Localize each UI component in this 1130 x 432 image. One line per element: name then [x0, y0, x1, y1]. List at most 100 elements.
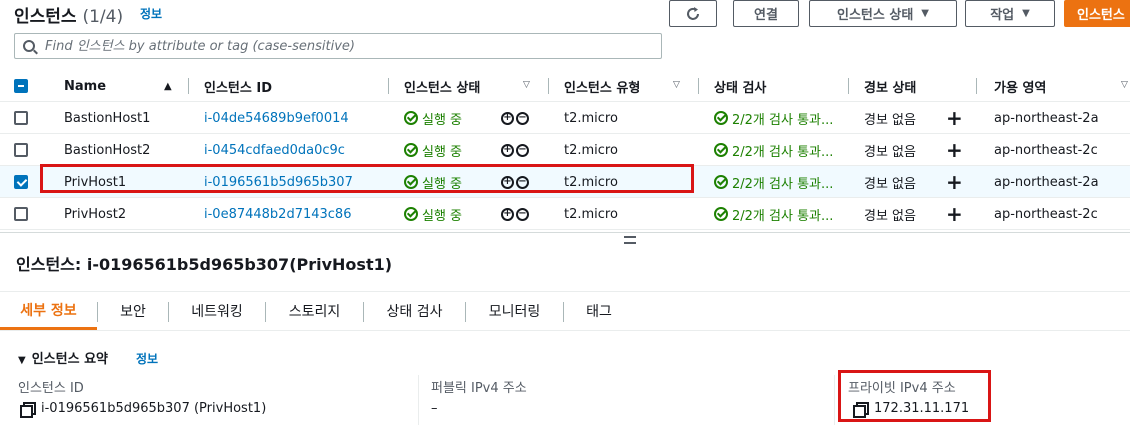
column-divider[interactable] [188, 78, 189, 94]
status-check: 2/2개 검사 통과... [714, 198, 833, 230]
detail-title: 인스턴스: i-0196561b5d965b307(PrivHost1) [16, 255, 393, 274]
actions-button[interactable]: 작업 ▼ [965, 0, 1055, 27]
section-header-instance-summary[interactable]: ▼ 인스턴스 요약 [18, 348, 108, 367]
status-check: 2/2개 검사 통과... [714, 134, 833, 166]
copy-icon[interactable] [20, 402, 36, 418]
table-row[interactable]: BastionHost2 i-0454cdfaed0da0c9c 실행 중 + −… [0, 134, 1130, 166]
tab-monitoring[interactable]: 모니터링 [466, 292, 563, 330]
column-header-instance-type[interactable]: 인스턴스 유형 [564, 70, 640, 102]
section-title-text: 인스턴스 요약 [31, 352, 108, 367]
search-icon [23, 40, 35, 52]
status-check-text: 2/2개 검사 통과... [732, 112, 834, 128]
highlight-annotation [838, 370, 991, 422]
column-header-alarm-status[interactable]: 경보 상태 [864, 70, 916, 102]
launch-instance-button[interactable]: 인스턴스 [1064, 0, 1130, 27]
row-checkbox[interactable] [14, 175, 28, 189]
instance-id-text: i-0196561b5d965b307 (PrivHost1) [41, 401, 267, 416]
section-info-link[interactable]: 정보 [136, 350, 158, 367]
zoom-controls: + − [501, 102, 529, 134]
check-circle-icon [404, 143, 418, 157]
table-row-selected[interactable]: PrivHost1 i-0196561b5d965b307 실행 중 + − t2… [0, 164, 1130, 198]
filter-down-icon[interactable]: ▽ [1121, 80, 1128, 90]
table-row[interactable]: BastionHost1 i-04de54689b9ef0014 실행 중 + −… [0, 102, 1130, 134]
row-checkbox[interactable] [14, 143, 28, 157]
column-divider[interactable] [548, 78, 549, 94]
instance-state-text: 실행 중 [422, 112, 463, 128]
search-field[interactable] [14, 33, 662, 59]
check-circle-icon [714, 143, 728, 157]
instance-state: 실행 중 [404, 102, 462, 134]
instance-type: t2.micro [564, 110, 618, 126]
check-circle-icon [404, 111, 418, 125]
instance-type: t2.micro [564, 142, 618, 158]
filter-down-icon[interactable]: ▽ [523, 80, 530, 90]
column-divider [418, 375, 419, 425]
instance-state-label: 인스턴스 상태 [837, 8, 914, 23]
instance-state: 실행 중 [404, 134, 462, 166]
zoom-out-icon[interactable]: − [516, 111, 529, 125]
column-divider[interactable] [848, 78, 849, 94]
column-divider[interactable] [698, 78, 699, 94]
status-check-text: 2/2개 검사 통과... [732, 144, 834, 160]
drag-handle-icon[interactable] [624, 236, 636, 244]
sort-ascending-icon: ▲ [164, 80, 172, 92]
instance-name: BastionHost1 [64, 110, 151, 126]
add-alarm-icon[interactable]: + [946, 166, 963, 198]
instance-id-link[interactable]: i-0454cdfaed0da0c9c [204, 134, 345, 166]
instance-name: PrivHost2 [64, 206, 127, 222]
select-all-checkbox[interactable] [14, 79, 28, 93]
add-alarm-icon[interactable]: + [946, 198, 963, 230]
column-header-instance-state[interactable]: 인스턴스 상태 [404, 70, 480, 102]
column-divider[interactable] [976, 78, 977, 94]
tab-storage[interactable]: 스토리지 [266, 292, 363, 330]
filter-down-icon[interactable]: ▽ [673, 80, 680, 90]
instance-id-link[interactable]: i-0e87448b2d7143c86 [204, 198, 351, 230]
connect-button[interactable]: 연결 [733, 0, 799, 27]
column-header-label: 인스턴스 상태 [404, 80, 481, 96]
page-header: 인스턴스 (1/4) 정보 연결 인스턴스 상태 ▼ 작업 ▼ 인스턴스 [0, 0, 1130, 30]
tab-details[interactable]: 세부 정보 [0, 292, 97, 330]
instances-table: Name ▲ 인스턴스 ID 인스턴스 상태 ▽ 인스턴스 유형 ▽ 상태 검사… [0, 70, 1130, 230]
add-alarm-icon[interactable]: + [946, 134, 963, 166]
add-alarm-icon[interactable]: + [946, 102, 963, 134]
caret-down-icon: ▼ [18, 355, 26, 366]
column-header-availability-zone[interactable]: 가용 영역 [994, 70, 1046, 102]
zoom-in-icon[interactable]: + [501, 207, 514, 221]
alarm-status: 경보 없음 [864, 144, 916, 160]
instance-state-text: 실행 중 [422, 208, 463, 224]
status-check-text: 2/2개 검사 통과... [732, 208, 834, 224]
info-link[interactable]: 정보 [140, 5, 162, 22]
instance-type: t2.micro [564, 206, 618, 222]
zoom-out-icon[interactable]: − [516, 143, 529, 157]
column-header-instance-id[interactable]: 인스턴스 ID [204, 70, 272, 102]
tab-status-checks[interactable]: 상태 검사 [364, 292, 465, 330]
instance-state-text: 실행 중 [422, 144, 463, 160]
instance-id-link[interactable]: i-04de54689b9ef0014 [204, 102, 349, 134]
column-header-name[interactable]: Name ▲ [64, 70, 172, 102]
table-row[interactable]: PrivHost2 i-0e87448b2d7143c86 실행 중 + − t2… [0, 198, 1130, 230]
tab-tags[interactable]: 태그 [564, 292, 634, 330]
refresh-button[interactable] [669, 0, 717, 27]
column-header-label: Name [64, 78, 107, 94]
column-divider[interactable] [388, 78, 389, 94]
alarm-status: 경보 없음 [864, 176, 916, 192]
row-checkbox[interactable] [14, 207, 28, 221]
caret-down-icon: ▼ [1022, 8, 1030, 19]
alarm-status: 경보 없음 [864, 112, 916, 128]
search-input[interactable] [45, 38, 645, 54]
actions-label: 작업 [990, 8, 1015, 23]
check-circle-icon [714, 207, 728, 221]
tab-networking[interactable]: 네트워킹 [169, 292, 265, 330]
availability-zone: ap-northeast-2a [994, 110, 1099, 126]
zoom-in-icon[interactable]: + [501, 143, 514, 157]
column-header-label: 경보 상태 [864, 80, 917, 96]
instance-state-button[interactable]: 인스턴스 상태 ▼ [809, 0, 957, 27]
column-header-status-check[interactable]: 상태 검사 [714, 70, 766, 102]
zoom-out-icon[interactable]: − [516, 207, 529, 221]
column-header-label: 인스턴스 유형 [564, 80, 641, 96]
public-ip-label: 퍼블릭 IPv4 주소 [431, 381, 527, 396]
zoom-in-icon[interactable]: + [501, 111, 514, 125]
tab-security[interactable]: 보안 [98, 292, 168, 330]
row-checkbox[interactable] [14, 111, 28, 125]
instance-id-label: 인스턴스 ID [18, 381, 84, 396]
